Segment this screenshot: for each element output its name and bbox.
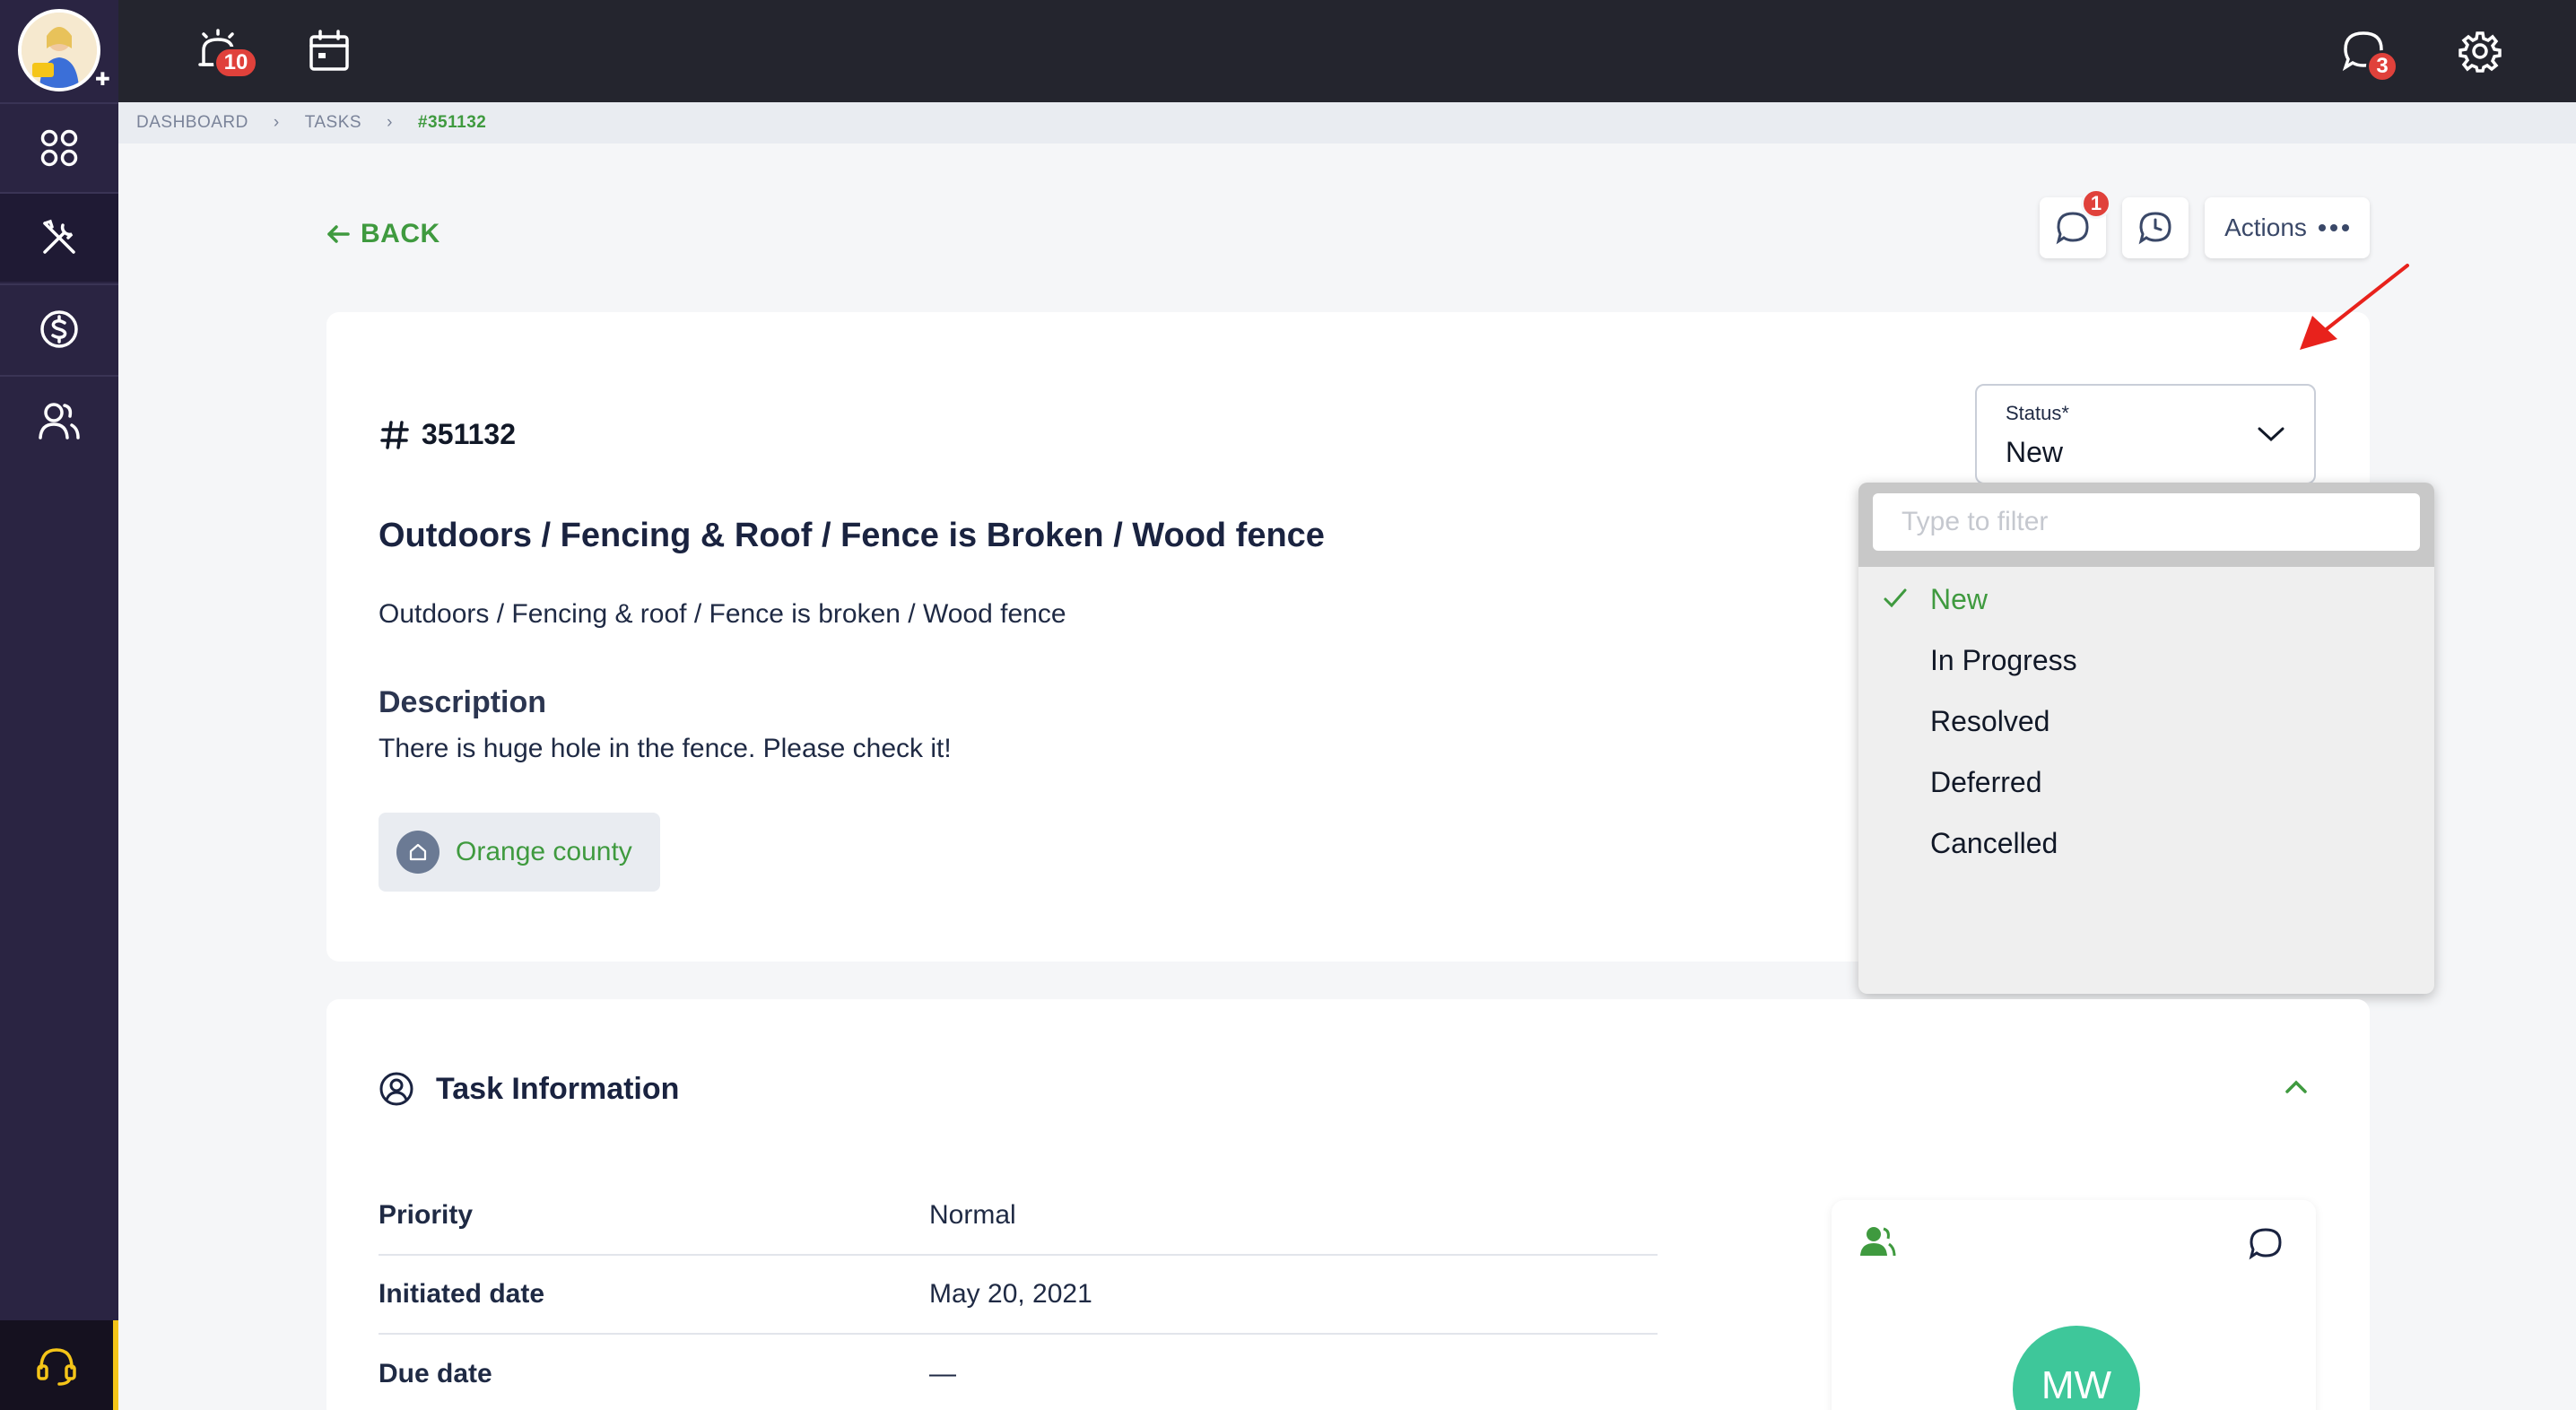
comments-button[interactable]: 1: [2040, 188, 2111, 258]
breadcrumb: DASHBOARD › TASKS › #351132: [118, 102, 2576, 144]
comments-badge: 1: [2081, 188, 2111, 219]
info-row-due-date: Due date —: [379, 1335, 1658, 1410]
breadcrumb-tasks[interactable]: TASKS: [305, 113, 361, 133]
assignee-avatar[interactable]: MW: [2013, 1326, 2140, 1410]
status-dropdown: New In Progress Resolved Deferred Cancel…: [1858, 483, 2434, 994]
info-row-priority: Priority Normal: [379, 1177, 1658, 1256]
status-option-label: In Progress: [1930, 643, 2077, 676]
location-chip[interactable]: Orange county: [379, 813, 660, 892]
check-icon: [1884, 588, 1907, 608]
info-key: Due date: [379, 1359, 492, 1388]
assignee-users-icon[interactable]: [1860, 1225, 1896, 1258]
status-option-deferred[interactable]: Deferred: [1858, 752, 2434, 813]
description-label: Description: [379, 685, 547, 719]
alarm-button[interactable]: 10: [187, 20, 258, 83]
back-button[interactable]: BACK: [326, 219, 440, 249]
sidebar: ✚: [0, 0, 118, 1410]
hash-icon: [380, 420, 409, 449]
info-value: May 20, 2021: [929, 1279, 1092, 1309]
task-title: Outdoors / Fencing & Roof / Fence is Bro…: [379, 517, 1325, 554]
sidebar-item-dashboard[interactable]: [0, 102, 118, 192]
status-option-label: Deferred: [1930, 765, 2042, 798]
users-icon: [39, 403, 80, 440]
support-button[interactable]: [0, 1320, 118, 1410]
sidebar-item-finance[interactable]: [0, 283, 118, 373]
status-label: Status*: [2006, 402, 2069, 424]
actions-label: Actions: [2224, 213, 2307, 241]
location-label: Orange county: [456, 837, 632, 866]
gear-icon: [2459, 31, 2502, 73]
task-number-value: 351132: [422, 418, 517, 450]
description-text: There is huge hole in the fence. Please …: [379, 734, 952, 763]
breadcrumb-current: #351132: [417, 113, 487, 132]
arrow-left-icon: [327, 225, 350, 243]
assignee-card: MW: [1832, 1200, 2316, 1410]
messages-badge: 3: [2366, 50, 2398, 83]
top-bar: 10 3: [118, 0, 2576, 102]
breadcrumb-dashboard[interactable]: DASHBOARD: [136, 113, 248, 133]
tools-icon: [43, 219, 75, 254]
dollar-icon: [40, 310, 78, 348]
back-label: BACK: [361, 219, 440, 248]
status-option-new[interactable]: New: [1858, 569, 2434, 630]
chevron-up-icon[interactable]: [2284, 1078, 2309, 1096]
history-button[interactable]: [2122, 197, 2189, 258]
status-option-cancelled[interactable]: Cancelled: [1858, 813, 2434, 874]
comment-icon: [2056, 212, 2089, 245]
status-select[interactable]: Status* New: [1975, 384, 2316, 484]
message-icon[interactable]: [2248, 1227, 2284, 1261]
chevron-down-icon: [2258, 427, 2284, 442]
user-circle-icon: [379, 1072, 413, 1106]
status-option-label: Cancelled: [1930, 826, 2058, 859]
status-option-in-progress[interactable]: In Progress: [1858, 630, 2434, 691]
pin-icon: ✚: [95, 70, 110, 90]
actions-button[interactable]: Actions: [2205, 197, 2370, 258]
status-value: New: [2006, 436, 2064, 468]
history-chat-icon: [2138, 212, 2171, 245]
user-avatar[interactable]: [18, 9, 100, 91]
alarm-badge: 10: [213, 47, 258, 79]
info-row-initiated-date: Initiated date May 20, 2021: [379, 1256, 1658, 1335]
info-key: Priority: [379, 1200, 474, 1230]
headset-icon: [37, 1348, 76, 1386]
sidebar-item-people[interactable]: [0, 375, 118, 465]
more-icon: [2318, 224, 2349, 231]
task-category-path: Outdoors / Fencing & roof / Fence is bro…: [379, 599, 1066, 629]
status-filter-input[interactable]: [1873, 493, 2420, 551]
task-info-header[interactable]: Task Information: [379, 1071, 679, 1107]
calendar-button[interactable]: [298, 20, 361, 83]
info-key: Initiated date: [379, 1279, 545, 1309]
home-icon: [396, 831, 439, 874]
messages-button[interactable]: 3: [2332, 20, 2398, 83]
filter-wrap: [1858, 483, 2434, 567]
status-option-label: New: [1930, 582, 1989, 615]
task-info-title: Task Information: [436, 1071, 680, 1106]
status-option-resolved[interactable]: Resolved: [1858, 691, 2434, 752]
grid-icon: [40, 129, 78, 167]
calendar-icon: [309, 30, 349, 71]
task-number: 351132: [380, 418, 516, 451]
chevron-right-icon: ›: [273, 113, 280, 132]
info-value: Normal: [929, 1200, 1016, 1230]
info-value: —: [929, 1359, 956, 1388]
sidebar-item-maintenance[interactable]: [0, 192, 118, 282]
annotation-arrow: [2300, 264, 2409, 350]
chevron-right-icon: ›: [387, 113, 393, 132]
status-option-label: Resolved: [1930, 704, 2050, 737]
settings-button[interactable]: [2449, 20, 2511, 83]
